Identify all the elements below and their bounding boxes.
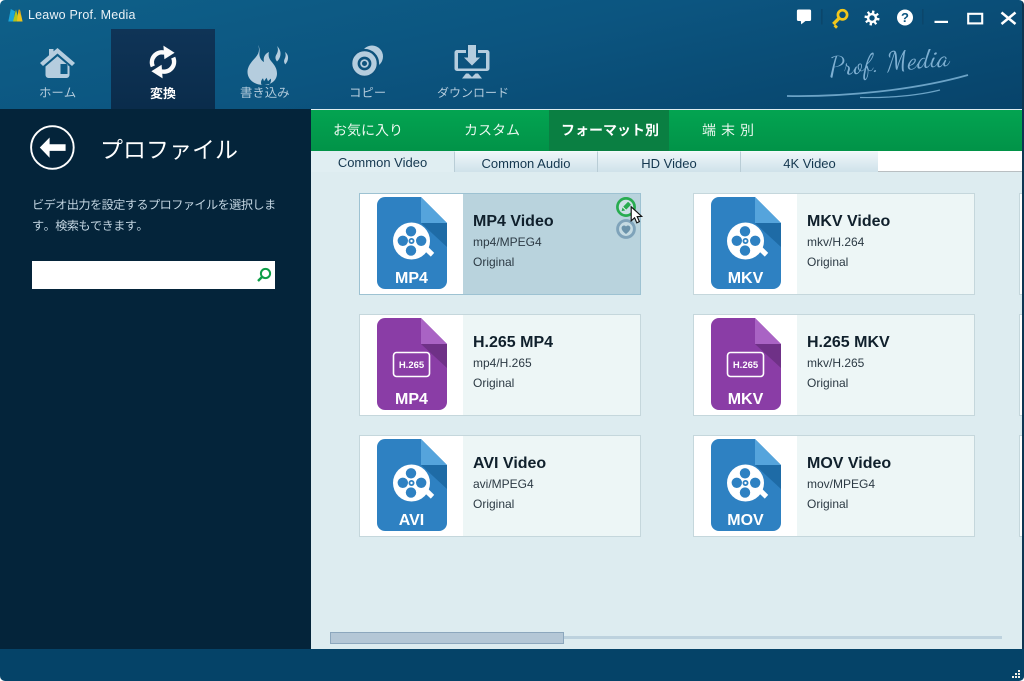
svg-text:H.265: H.265 — [733, 360, 759, 371]
svg-text:AVI: AVI — [399, 512, 424, 529]
svg-text:MOV: MOV — [727, 512, 764, 529]
svg-text:?: ? — [901, 10, 909, 25]
svg-text:MP4: MP4 — [395, 391, 428, 408]
svg-text:MKV: MKV — [728, 270, 764, 287]
svg-text:MKV: MKV — [728, 391, 764, 408]
svg-text:H.265: H.265 — [399, 360, 425, 371]
svg-text:MP4: MP4 — [395, 270, 428, 287]
